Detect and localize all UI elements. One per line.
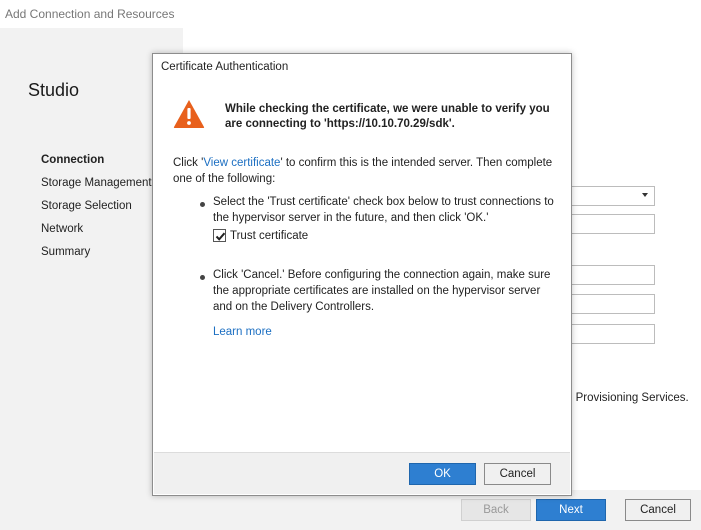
user-name-field[interactable]	[568, 265, 655, 285]
next-button[interactable]: Next	[536, 499, 606, 521]
dialog-title: Certificate Authentication	[161, 61, 289, 73]
dialog-headline: While checking the certificate, we were …	[225, 103, 550, 130]
dialog-footer: OK Cancel	[154, 452, 570, 494]
step-storage-management[interactable]: Storage Management	[41, 175, 152, 198]
wizard-cancel-button[interactable]: Cancel	[625, 499, 691, 521]
chevron-down-icon	[642, 193, 648, 197]
checkmark-icon	[215, 232, 226, 241]
trust-certificate-label[interactable]: Trust certificate	[230, 228, 308, 244]
wizard-steps: Connection Storage Management Storage Se…	[41, 152, 152, 267]
trust-instruction: Select the 'Trust certificate' check box…	[213, 196, 554, 224]
connection-address-field[interactable]	[568, 214, 655, 234]
window-title: Add Connection and Resources	[0, 0, 701, 28]
learn-more-link[interactable]: Learn more	[213, 326, 272, 338]
password-field[interactable]	[568, 294, 655, 314]
instructions-prefix: Click '	[173, 157, 204, 169]
back-button[interactable]: Back	[461, 499, 531, 521]
connection-name-field[interactable]	[568, 324, 655, 344]
dialog-instructions: Click 'View certificate' to confirm this…	[173, 155, 558, 187]
provisioning-services-text: g Provisioning Services.	[566, 392, 689, 404]
trust-certificate-checkbox[interactable]	[213, 229, 226, 242]
connection-type-dropdown[interactable]	[568, 186, 655, 206]
bullet-icon	[200, 202, 205, 207]
bullet-icon	[200, 275, 205, 280]
step-storage-selection[interactable]: Storage Selection	[41, 198, 152, 221]
studio-title: Studio	[28, 80, 80, 100]
warning-icon	[173, 100, 205, 128]
dialog-cancel-button[interactable]: Cancel	[484, 463, 551, 485]
ok-button[interactable]: OK	[409, 463, 476, 485]
step-network[interactable]: Network	[41, 221, 152, 244]
certificate-dialog: Certificate Authentication While checkin…	[152, 53, 572, 496]
step-connection[interactable]: Connection	[41, 152, 152, 175]
wizard-footer: Back Next Cancel	[183, 490, 701, 530]
step-summary[interactable]: Summary	[41, 244, 152, 267]
view-certificate-link[interactable]: View certificate	[203, 157, 280, 169]
cancel-instruction: Click 'Cancel.' Before configuring the c…	[213, 269, 551, 313]
